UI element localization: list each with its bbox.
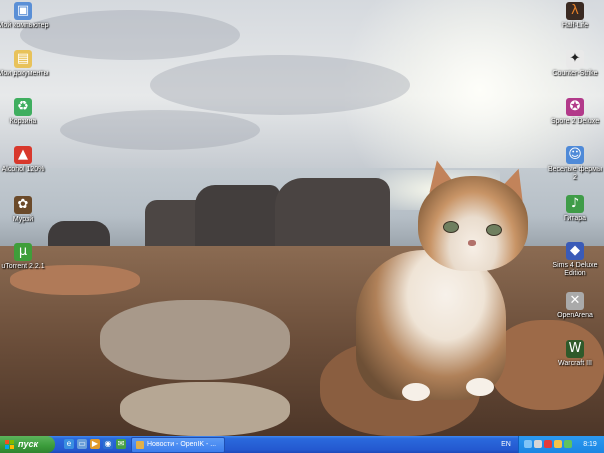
wallpaper-cat-eye	[443, 221, 459, 233]
desktop-icon-label: uTorrent 2.2.1	[1, 263, 45, 270]
recycle-bin-icon: ♻	[14, 98, 32, 116]
utorrent-icon: µ	[14, 243, 32, 261]
desktop-icon-recycle-bin[interactable]: ♻ Корзина	[0, 98, 52, 126]
safely-remove-icon[interactable]	[564, 440, 572, 448]
desktop-icon-label: Мурзй	[12, 216, 34, 223]
folder-icon: ▤	[14, 50, 32, 68]
wallpaper-stone	[100, 300, 290, 380]
wallpaper-cloud	[20, 10, 240, 60]
network-icon[interactable]	[524, 440, 532, 448]
wallpaper-cloud	[60, 110, 260, 150]
update-icon[interactable]	[554, 440, 562, 448]
guitar-icon: ♪	[566, 195, 584, 213]
wallpaper-cat-eye	[486, 224, 502, 236]
volume-icon[interactable]	[534, 440, 542, 448]
desktop-icon-label: Мои документы	[0, 70, 49, 77]
wallpaper-cat-paw	[466, 378, 494, 396]
desktop-icon-warcraft[interactable]: W Warcraft III	[546, 340, 604, 368]
wallpaper-cloud	[150, 55, 410, 115]
desktop-icon-label: Sims 4 Deluxe Edition	[552, 262, 598, 277]
farm-game-icon: ☺	[566, 146, 584, 164]
show-desktop-icon[interactable]: ▭	[77, 439, 87, 449]
language-indicator[interactable]: EN	[498, 436, 514, 453]
start-button[interactable]: пуск	[0, 436, 55, 453]
desktop-icon-label: OpenArena	[557, 312, 593, 319]
cat-app-icon: ✿	[14, 196, 32, 214]
warcraft-icon: W	[566, 340, 584, 358]
desktop-icon-label: Spore 2 Deluxe	[550, 118, 600, 125]
half-life-icon: λ	[566, 2, 584, 20]
desktop-icon-sims[interactable]: ◆ Sims 4 Deluxe Edition	[546, 242, 604, 278]
desktop-icon-label: Alcohol 120%	[1, 166, 45, 173]
spore-icon: ✪	[566, 98, 584, 116]
sims-icon: ◆	[566, 242, 584, 260]
desktop-icon-label: Warcraft III	[558, 360, 592, 367]
desktop-icon-counter-strike[interactable]: ✦ Counter-Strike	[546, 50, 604, 78]
taskbar-button-label: Новости - OpenIK - ...	[147, 441, 217, 448]
desktop-wallpaper	[0, 0, 604, 436]
desktop-icon-farm-game[interactable]: ☺ Веселые фермы 2	[546, 146, 604, 182]
ie-icon[interactable]: e	[64, 439, 74, 449]
desktop-icon-half-life[interactable]: λ Half-Life	[546, 2, 604, 30]
desktop-icon-label: Counter-Strike	[552, 70, 598, 77]
desktop-icon-utorrent[interactable]: µ uTorrent 2.2.1	[0, 243, 52, 271]
desktop-icon-label: Веселые фермы 2	[547, 166, 603, 181]
desktop-icon-openarena[interactable]: ✕ OpenArena	[546, 292, 604, 320]
window-app-icon	[136, 441, 144, 449]
antivirus-icon[interactable]	[544, 440, 552, 448]
desktop-icon-cat-app[interactable]: ✿ Мурзй	[0, 196, 52, 224]
messenger-icon[interactable]: ✉	[116, 439, 126, 449]
computer-icon: ▣	[14, 2, 32, 20]
wallpaper-stone	[120, 382, 290, 436]
desktop-icon-guitar[interactable]: ♪ Гитара	[546, 195, 604, 223]
desktop-icon-my-computer[interactable]: ▣ Мой компьютер	[0, 2, 52, 30]
counter-strike-icon: ✦	[566, 50, 584, 68]
desktop-icon-my-documents[interactable]: ▤ Мои документы	[0, 50, 52, 78]
taskbar: пуск e ▭ ▶ ◉ ✉ Новости - OpenIK - ... EN…	[0, 436, 604, 453]
openarena-icon: ✕	[566, 292, 584, 310]
alcohol-icon: ▲	[14, 146, 32, 164]
desktop-icon-label: Half-Life	[561, 22, 589, 29]
desktop-icon-label: Корзина	[9, 118, 37, 125]
desktop-icon-label: Мой компьютер	[0, 22, 49, 29]
media-player-icon[interactable]: ▶	[90, 439, 100, 449]
wallpaper-cat-nose	[468, 240, 476, 246]
windows-logo-icon	[5, 440, 14, 449]
start-button-label: пуск	[18, 439, 39, 449]
wallpaper-cat-head	[418, 176, 528, 271]
desktop-icon-label: Гитара	[563, 215, 587, 222]
desktop-icon-alcohol[interactable]: ▲ Alcohol 120%	[0, 146, 52, 174]
browser-icon[interactable]: ◉	[103, 439, 113, 449]
clock[interactable]: 8:19	[576, 436, 604, 453]
desktop-icon-spore[interactable]: ✪ Spore 2 Deluxe	[546, 98, 604, 126]
taskbar-button-active-window[interactable]: Новости - OpenIK - ...	[131, 437, 225, 453]
wallpaper-cat-paw	[402, 383, 430, 401]
